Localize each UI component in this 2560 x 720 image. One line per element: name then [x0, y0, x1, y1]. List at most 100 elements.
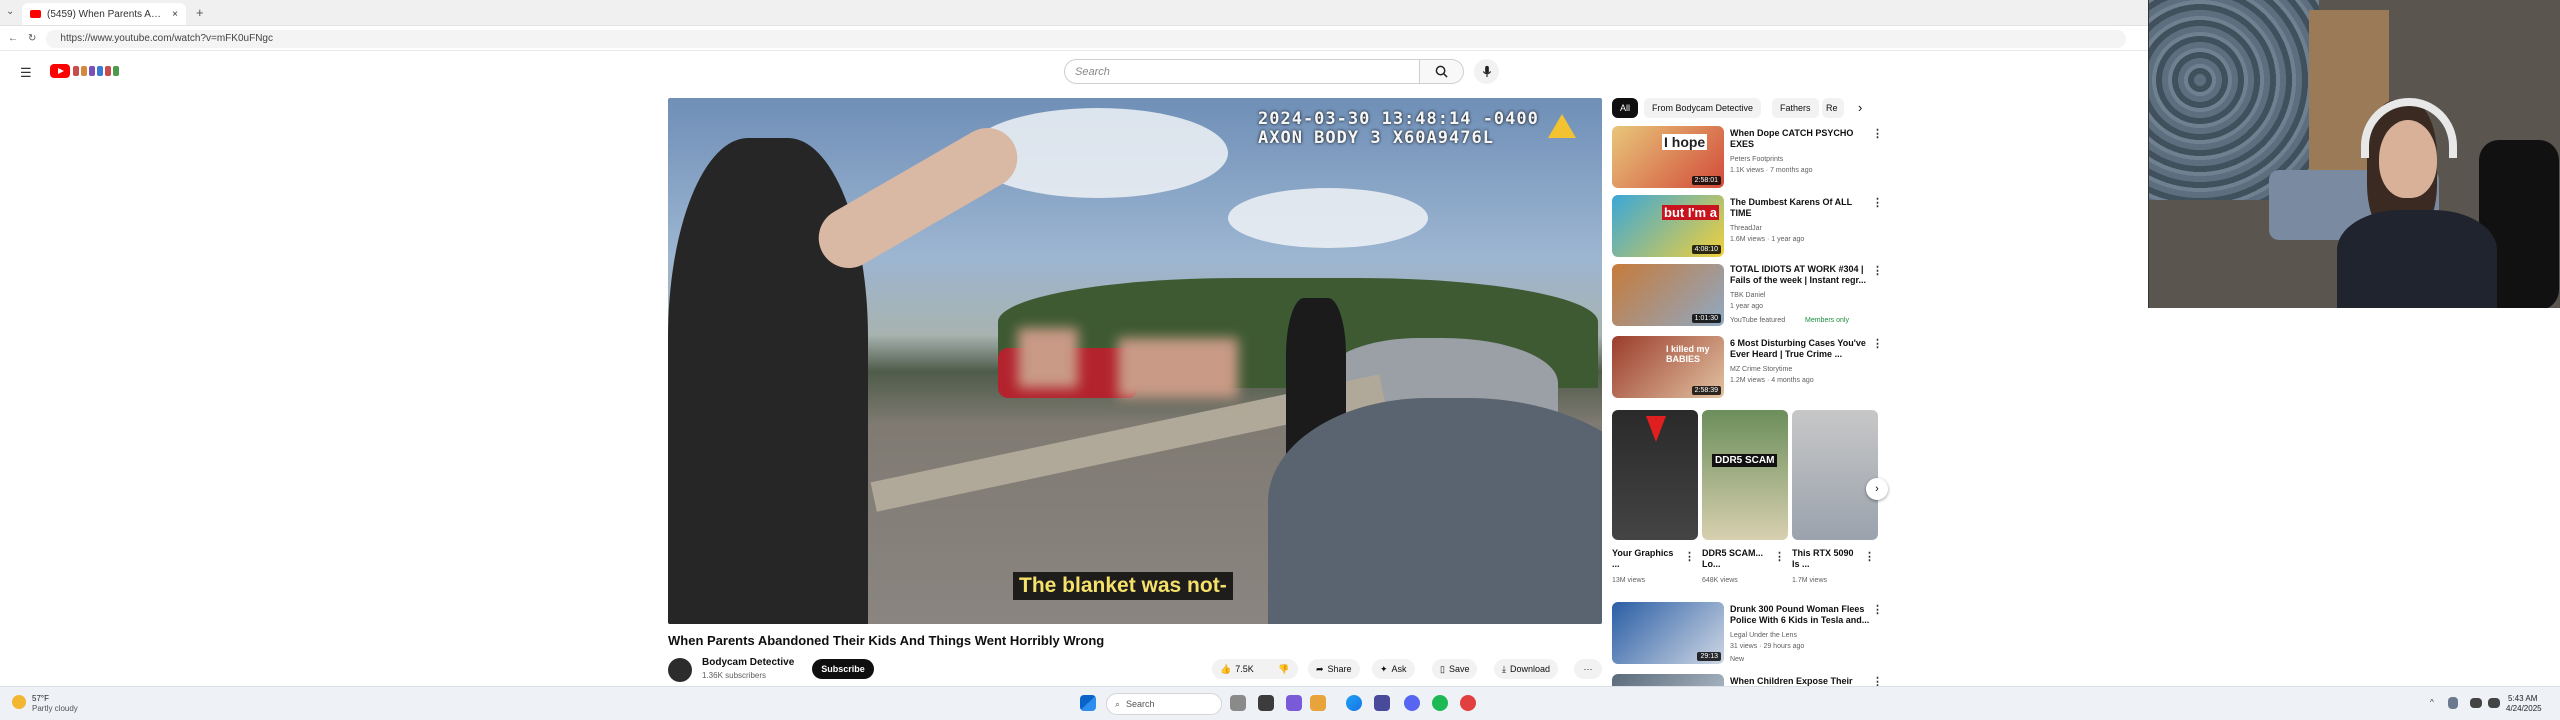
download-button[interactable]: ⤓ Download	[1494, 659, 1559, 679]
clock-time[interactable]: 5:43 AM	[2508, 694, 2537, 704]
microphone-icon[interactable]	[2448, 697, 2458, 709]
more-vert-icon[interactable]: ⋮	[1774, 550, 1785, 563]
recommendation-meta: 1.1K views · 7 months ago	[1730, 167, 1813, 174]
recommendation-title[interactable]: When Dope CATCH PSYCHO EXES	[1730, 128, 1870, 150]
recommendation-meta: 31 views · 29 hours ago	[1730, 643, 1805, 650]
more-vert-icon[interactable]: ⋮	[1872, 196, 1883, 209]
chip-from-channel[interactable]: From Bodycam Detective	[1644, 98, 1762, 118]
more-vert-icon[interactable]: ⋮	[1872, 264, 1883, 277]
recommendation-title[interactable]: TOTAL IDIOTS AT WORK #304 | Fails of the…	[1730, 264, 1870, 286]
short-thumbnail[interactable]	[1792, 410, 1878, 540]
recommendation-meta: 1.6M views · 1 year ago	[1730, 236, 1805, 243]
like-count: 7.5K	[1235, 664, 1254, 674]
edge-browser-icon[interactable]	[1346, 695, 1362, 711]
bookmark-icon: ▯	[1440, 663, 1445, 674]
recommendation-channel: TBK Daniel	[1730, 292, 1766, 299]
chevron-right-icon[interactable]: ›	[1858, 100, 1862, 115]
recommendation-title[interactable]: 6 Most Disturbing Cases You've Ever Hear…	[1730, 338, 1870, 360]
video-duration: 1:01:30	[1691, 314, 1721, 323]
short-title[interactable]: This RTX 5090 Is ...	[1792, 548, 1862, 570]
youtube-logo[interactable]	[50, 64, 119, 78]
more-vert-icon[interactable]: ⋮	[1872, 603, 1883, 616]
chip-fathers[interactable]: Fathers	[1772, 98, 1819, 118]
video-thumbnail[interactable]: 29:13	[1612, 602, 1724, 664]
more-vert-icon[interactable]: ⋮	[1872, 337, 1883, 350]
video-thumbnail[interactable]: I hope 2:58:01	[1612, 126, 1724, 188]
save-button[interactable]: ▯ Save	[1432, 659, 1478, 679]
ask-label: Ask	[1391, 664, 1407, 674]
search-icon	[1435, 65, 1448, 78]
recommendation-meta: 1.2M views · 4 months ago	[1730, 377, 1814, 384]
chip-all[interactable]: All	[1612, 98, 1639, 118]
search-input[interactable]: Search	[1064, 59, 1420, 84]
video-player[interactable]: 2024-03-30 13:48:14 -0400 AXON BODY 3 X6…	[668, 98, 1602, 624]
short-title[interactable]: Your Graphics ...	[1612, 548, 1682, 570]
sparkle-icon: ✦	[1380, 663, 1388, 674]
microphone-icon	[1482, 65, 1491, 78]
search-button[interactable]	[1420, 59, 1464, 84]
tab-list-chevron-icon[interactable]: ⌄	[6, 6, 14, 17]
chip-partial[interactable]: Re	[1822, 98, 1844, 118]
device-id-line: AXON BODY 3 X60A9476L	[1258, 128, 1494, 148]
task-view-icon[interactable]	[1230, 695, 1246, 711]
subscriber-count: 1.36K subscribers	[702, 671, 767, 680]
more-actions-button[interactable]: ···	[1574, 659, 1602, 679]
taskbar-search-label: Search	[1126, 699, 1155, 709]
voice-search-button[interactable]	[1474, 59, 1499, 84]
close-tab-icon[interactable]: ×	[172, 9, 178, 20]
video-thumbnail[interactable]: 1:01:30	[1612, 264, 1724, 326]
back-arrow-icon[interactable]: ←	[8, 33, 18, 44]
shorts-next-button[interactable]: ›	[1866, 478, 1888, 500]
channel-name[interactable]: Bodycam Detective	[702, 657, 794, 668]
reload-icon[interactable]: ↻	[28, 33, 36, 44]
video-thumbnail[interactable]: I killed my BABIES 2:58:39	[1612, 336, 1724, 398]
weather-sun-icon[interactable]	[12, 695, 26, 709]
thumbs-up-icon: 👍	[1220, 663, 1232, 674]
ask-button[interactable]: ✦ Ask	[1372, 659, 1415, 679]
discord-icon[interactable]	[1404, 695, 1420, 711]
video-thumbnail[interactable]: but I'm a 4:08:10	[1612, 195, 1724, 257]
more-vert-icon[interactable]: ⋮	[1872, 127, 1883, 140]
members-only-badge: Members only	[1805, 317, 1849, 324]
video-duration: 2:58:01	[1691, 176, 1721, 185]
wifi-icon[interactable]	[2470, 698, 2482, 708]
dislike-button[interactable]: 👎	[1270, 659, 1298, 679]
short-title[interactable]: DDR5 SCAM... Lo...	[1702, 548, 1772, 570]
timestamp-line: 2024-03-30 13:48:14 -0400	[1258, 109, 1539, 129]
taskbar-search[interactable]: ⌕ Search	[1106, 693, 1222, 715]
url-text: https://www.youtube.com/watch?v=mFK0uFNg…	[60, 33, 273, 44]
channel-avatar[interactable]	[668, 658, 692, 682]
spotify-icon[interactable]	[1432, 695, 1448, 711]
file-explorer-icon[interactable]	[1310, 695, 1326, 711]
short-thumbnail[interactable]	[1612, 410, 1698, 540]
recommendation-channel: Legal Under the Lens	[1730, 632, 1797, 639]
app-icon[interactable]	[1374, 695, 1390, 711]
new-tab-button[interactable]: +	[196, 5, 204, 20]
app-icon[interactable]	[1258, 695, 1274, 711]
hamburger-menu-icon[interactable]: ☰	[20, 65, 32, 81]
recommendation-channel: MZ Crime Storytime	[1730, 366, 1793, 373]
browser-tab-active[interactable]: (5459) When Parents Abando ×	[22, 3, 186, 25]
recommendation-title[interactable]: Drunk 300 Pound Woman Flees Police With …	[1730, 604, 1870, 626]
app-icon[interactable]	[1460, 695, 1476, 711]
share-button[interactable]: ➦ Share	[1308, 659, 1360, 679]
youtube-play-logo-icon	[50, 64, 70, 78]
tray-chevron-icon[interactable]: ^	[2430, 698, 2434, 708]
video-thumbnail[interactable]	[1612, 674, 1724, 686]
short-thumbnail-text: DDR5 SCAM	[1712, 454, 1778, 467]
windows-taskbar: 57°F Partly cloudy ⌕ Search ^ 5:43 AM 4/…	[0, 686, 2560, 720]
recommendation-title[interactable]: The Dumbest Karens Of ALL TIME	[1730, 197, 1870, 219]
thumbnail-text: I killed my BABIES	[1666, 344, 1710, 364]
youtube-favicon-icon	[30, 10, 41, 18]
more-vert-icon[interactable]: ⋮	[1864, 550, 1875, 563]
volume-icon[interactable]	[2488, 698, 2500, 708]
more-vert-icon[interactable]: ⋮	[1684, 550, 1695, 563]
short-thumbnail[interactable]: DDR5 SCAM	[1702, 410, 1788, 540]
video-duration: 29:13	[1697, 652, 1721, 661]
app-icon[interactable]	[1286, 695, 1302, 711]
url-field[interactable]: https://www.youtube.com/watch?v=mFK0uFNg…	[46, 29, 2127, 48]
windows-start-icon[interactable]	[1080, 695, 1096, 711]
weather-temp[interactable]: 57°F	[32, 694, 49, 704]
browser-address-bar: ← ↻ https://www.youtube.com/watch?v=mFK0…	[0, 27, 2148, 51]
subscribe-button[interactable]: Subscribe	[812, 659, 874, 679]
